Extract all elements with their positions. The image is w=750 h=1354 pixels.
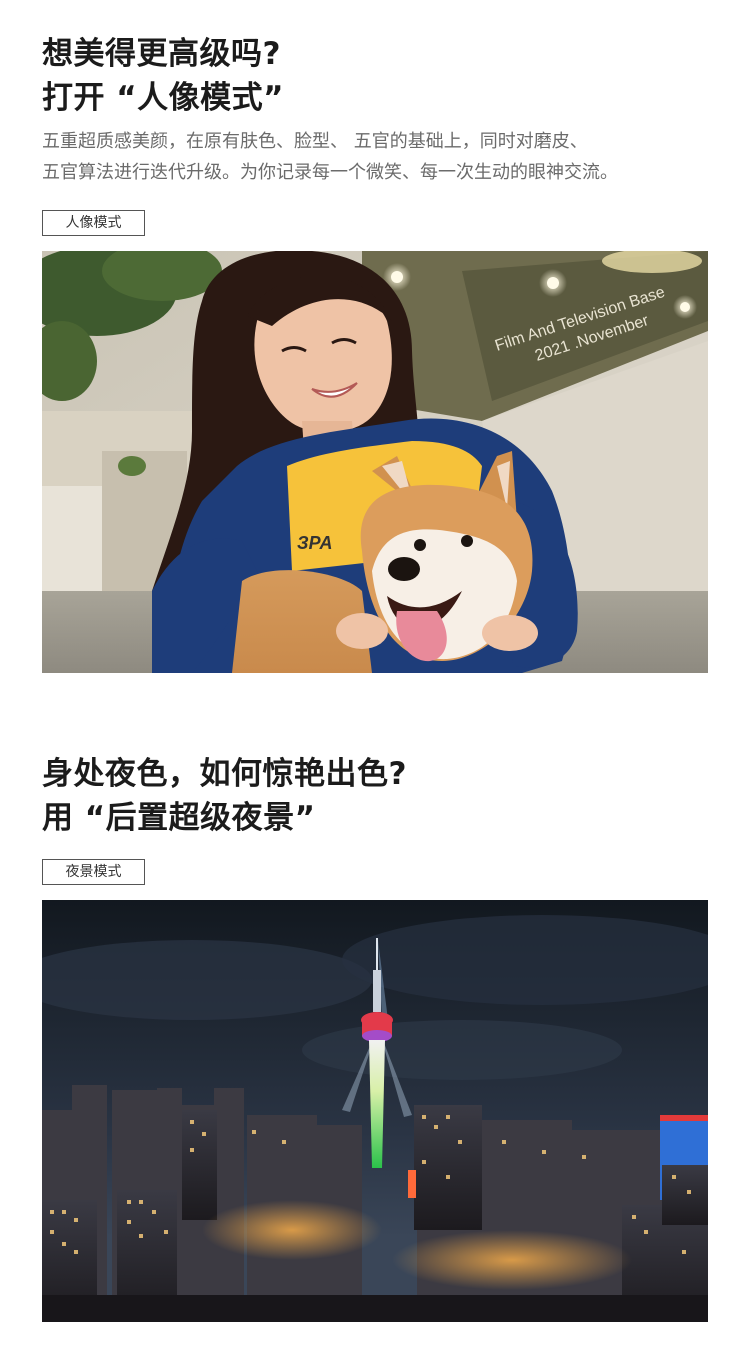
portrait-photo-illustration: Film And Television Base 2021 .November	[42, 251, 708, 673]
portrait-mode-tag: 人像模式	[42, 210, 145, 236]
night-headline-line2: 用 “后置超级夜景”	[42, 800, 316, 836]
portrait-photo: Film And Television Base 2021 .November	[42, 251, 708, 673]
night-mode-tag: 夜景模式	[42, 859, 145, 885]
portrait-description-line1: 五重超质感美颜，在原有肤色、脸型、 五官的基础上，同时对磨皮、	[42, 131, 588, 152]
portrait-description: 五重超质感美颜，在原有肤色、脸型、 五官的基础上，同时对磨皮、 五官算法进行迭代…	[42, 126, 732, 188]
portrait-headline: 想美得更高级吗? 打开 “人像模式”	[42, 32, 284, 120]
night-headline: 身处夜色，如何惊艳出色? 用 “后置超级夜景”	[42, 752, 407, 840]
shirt-logo: ЗРА	[297, 533, 332, 553]
night-photo	[42, 900, 708, 1322]
night-photo-illustration	[42, 900, 708, 1322]
portrait-headline-line2: 打开 “人像模式”	[42, 80, 285, 116]
night-headline-line1: 身处夜色，如何惊艳出色?	[42, 756, 407, 792]
portrait-description-line2: 五官算法进行迭代升级。为你记录每一个微笑、每一次生动的眼神交流。	[42, 162, 618, 183]
portrait-headline-line1: 想美得更高级吗?	[42, 36, 281, 72]
